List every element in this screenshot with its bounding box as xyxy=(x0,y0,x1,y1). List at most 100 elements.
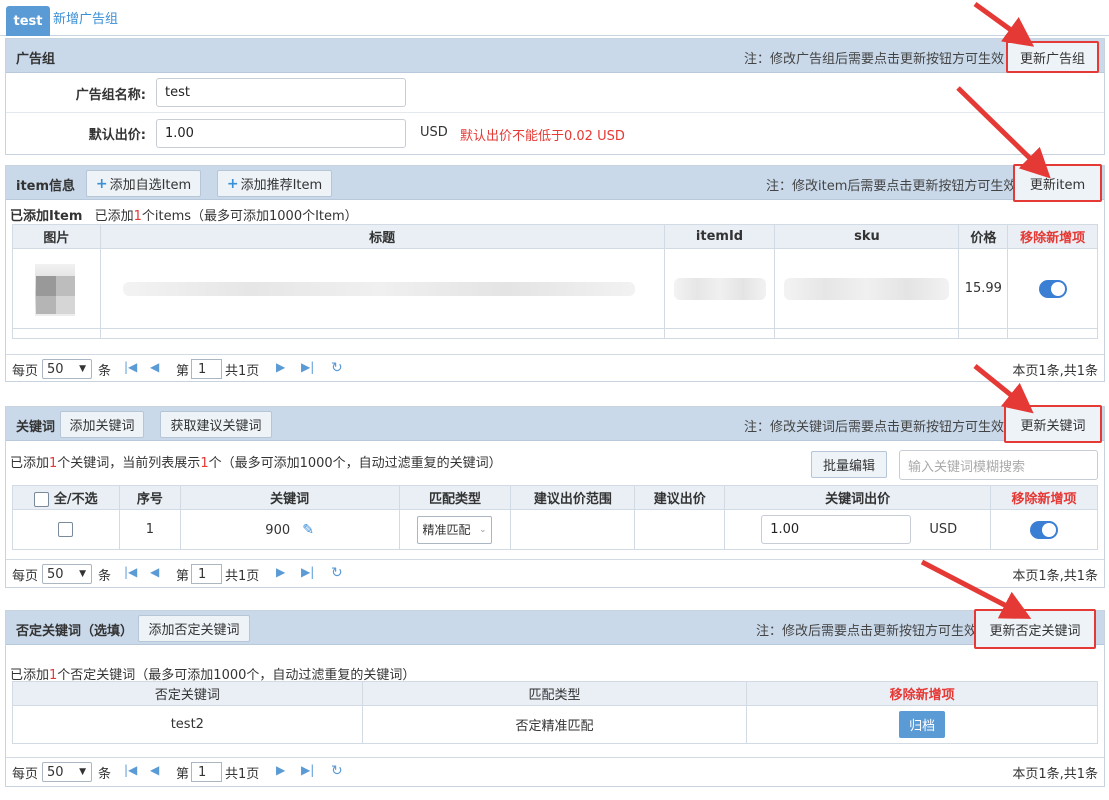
keywords-table: 全/不选 序号 关键词 匹配类型 建议出价范围 建议出价 关键词出价 移除新增项… xyxy=(12,485,1098,550)
neg-keyword: test2 xyxy=(12,705,363,744)
per-page-label: 每页 xyxy=(12,767,39,782)
table-row: test2 否定精准匹配 归档 xyxy=(12,705,1098,744)
next-page-icon[interactable]: ▶ xyxy=(276,565,285,579)
neg-match-type: 否定精准匹配 xyxy=(361,705,748,744)
blurred-item-id xyxy=(673,277,766,300)
kw-info-mid: 个关键词，当前列表展示 xyxy=(57,456,201,471)
keyword-panel: 关键词 添加关键词 获取建议关键词 注：修改关键词后需要点击更新按钮方可生效 更… xyxy=(5,405,1105,588)
items-added-prefix: 已添加 xyxy=(94,209,134,224)
kw-bid-cell: 1.00 USD xyxy=(724,509,992,550)
edit-icon[interactable]: ✎ xyxy=(302,522,314,538)
default-bid-input[interactable]: 1.00 xyxy=(156,119,406,148)
prev-page-icon[interactable]: ◀ xyxy=(150,565,159,579)
items-table: 图片 标题 itemId sku 价格 移除新增项 15.99 xyxy=(12,224,1098,339)
default-bid-label: 默认出价: xyxy=(88,128,146,143)
update-item-button[interactable]: 更新item xyxy=(1013,164,1102,202)
add-custom-item-button[interactable]: + 添加自选Item xyxy=(86,170,201,197)
refresh-icon[interactable]: ↻ xyxy=(331,360,343,376)
last-page-icon[interactable]: ▶| xyxy=(301,565,314,579)
negative-header: 否定关键词（选填） 添加否定关键词 注：修改后需要点击更新按钮方可生效 更新否定… xyxy=(6,609,1104,649)
col-sku: sku xyxy=(774,224,960,249)
match-type-select[interactable]: 精准匹配 ⌄ xyxy=(417,515,493,544)
ad-group-title: 广告组 xyxy=(16,52,56,67)
negative-note: 注：修改后需要点击更新按钮方可生效 xyxy=(756,624,978,639)
select-all-label: 全/不选 xyxy=(53,492,98,507)
kw-bid-currency: USD xyxy=(929,522,958,537)
last-page-icon[interactable]: ▶| xyxy=(301,763,314,777)
ad-group-name-input[interactable]: test xyxy=(156,78,406,107)
item-enabled-toggle[interactable] xyxy=(1038,279,1067,298)
prev-page-icon[interactable]: ◀ xyxy=(150,763,159,777)
next-page-icon[interactable]: ▶ xyxy=(276,360,285,374)
page-number-input[interactable]: 1 xyxy=(191,359,222,379)
ad-group-note: 注：修改广告组后需要点击更新按钮方可生效 xyxy=(744,52,1005,67)
batch-edit-button[interactable]: 批量编辑 xyxy=(811,451,887,478)
kw-info-count2: 1 xyxy=(200,456,209,471)
keyword-enabled-toggle[interactable] xyxy=(1030,520,1059,539)
kw-suggested-range xyxy=(510,509,636,550)
per-page-select[interactable]: 50 ▼ xyxy=(42,762,92,782)
update-ad-group-button[interactable]: 更新广告组 xyxy=(1006,41,1099,73)
ad-group-name-row: 广告组名称: test xyxy=(6,73,1104,113)
per-page-select[interactable]: 50 ▼ xyxy=(42,359,92,379)
item-toggle-cell xyxy=(1007,248,1098,329)
update-keyword-button[interactable]: 更新关键词 xyxy=(1004,405,1102,443)
kw-index: 1 xyxy=(118,509,181,550)
first-page-icon[interactable]: |◀ xyxy=(124,565,137,579)
refresh-icon[interactable]: ↻ xyxy=(331,565,343,581)
get-suggested-keywords-button[interactable]: 获取建议关键词 xyxy=(160,411,272,438)
items-pager: 每页 50 ▼ 条 |◀ ◀ 第 1 共1页 ▶ ▶| ↻ 本页1条,共1条 xyxy=(6,354,1104,382)
next-page-icon[interactable]: ▶ xyxy=(276,763,285,777)
add-negative-keyword-button[interactable]: 添加否定关键词 xyxy=(138,615,250,642)
kw-toggle-cell xyxy=(990,509,1098,550)
item-image xyxy=(35,258,77,316)
add-recommended-item-label: 添加推荐Item xyxy=(240,178,323,193)
prev-page-icon[interactable]: ◀ xyxy=(150,360,159,374)
keyword-bid-input[interactable]: 1.00 xyxy=(761,515,912,544)
col-remove-new: 移除新增项 xyxy=(1007,224,1098,249)
per-page-label: 每页 xyxy=(12,569,39,584)
select-all-checkbox[interactable] xyxy=(34,492,50,507)
add-keyword-button[interactable]: 添加关键词 xyxy=(60,411,144,438)
item-sku-cell xyxy=(774,248,960,329)
items-added-count: 1 xyxy=(133,209,142,224)
col-negative-keyword: 否定关键词 xyxy=(12,681,363,706)
per-page-select[interactable]: 50 ▼ xyxy=(42,564,92,584)
page-number-input[interactable]: 1 xyxy=(191,762,222,782)
kw-keyword-cell: 900 ✎ xyxy=(179,509,400,550)
keyword-title: 关键词 xyxy=(16,420,56,435)
ad-group-name-label: 广告组名称: xyxy=(75,88,146,103)
negative-table: 否定关键词 匹配类型 移除新增项 test2 否定精准匹配 归档 xyxy=(12,681,1098,744)
col-title: 标题 xyxy=(99,224,665,249)
blurred-sku xyxy=(784,277,950,300)
add-ad-group-link[interactable]: 新增广告组 xyxy=(53,8,118,27)
total-pages: 共1页 xyxy=(225,569,260,584)
col-price: 价格 xyxy=(958,224,1009,249)
last-page-icon[interactable]: ▶| xyxy=(301,360,314,374)
page-number-input[interactable]: 1 xyxy=(191,564,222,584)
col-index: 序号 xyxy=(118,485,181,510)
pager-summary: 本页1条,共1条 xyxy=(1012,364,1098,379)
col-image: 图片 xyxy=(12,224,101,249)
add-recommended-item-button[interactable]: + 添加推荐Item xyxy=(217,170,332,197)
tab-test[interactable]: test xyxy=(6,6,50,36)
kw-info-prefix: 已添加 xyxy=(10,456,50,471)
items-added-label: 已添加Item xyxy=(10,209,83,224)
page-prefix: 第 xyxy=(176,767,190,782)
item-note: 注：修改item后需要点击更新按钮方可生效 xyxy=(766,179,1017,194)
first-page-icon[interactable]: |◀ xyxy=(124,763,137,777)
items-added-suffix: 个items（最多可添加1000个Item） xyxy=(141,209,358,224)
col-suggested-bid: 建议出价 xyxy=(634,485,726,510)
per-page-unit: 条 xyxy=(98,569,112,584)
row-checkbox[interactable] xyxy=(58,522,74,537)
kw-suggested-bid xyxy=(634,509,726,550)
keywords-table-header: 全/不选 序号 关键词 匹配类型 建议出价范围 建议出价 关键词出价 移除新增项 xyxy=(12,485,1098,510)
blurred-title xyxy=(122,281,635,296)
keywords-info: 已添加1个关键词，当前列表展示1个（最多可添加1000个，自动过滤重复的关键词） xyxy=(10,452,502,471)
refresh-icon[interactable]: ↻ xyxy=(331,763,343,779)
default-bid-row: 默认出价: 1.00 USD 默认出价不能低于0.02 USD xyxy=(6,113,1104,155)
first-page-icon[interactable]: |◀ xyxy=(124,360,137,374)
keyword-search-input[interactable]: 输入关键词模糊搜索 xyxy=(899,450,1098,480)
archive-button[interactable]: 归档 xyxy=(899,711,946,738)
update-negative-keyword-button[interactable]: 更新否定关键词 xyxy=(974,609,1096,649)
